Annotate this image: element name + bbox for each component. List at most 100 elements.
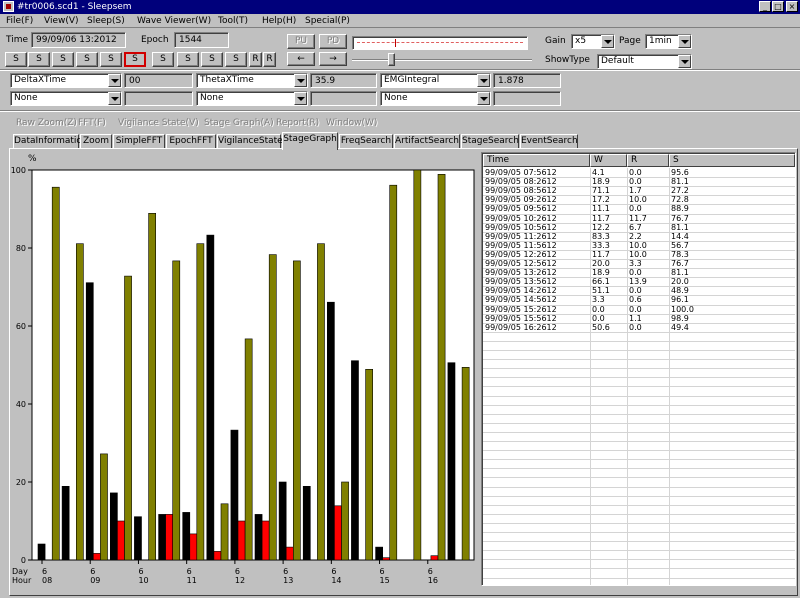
table-row[interactable]: 99/09/05 14:2612 51.1 0.0 48.9 (482, 286, 795, 295)
epoch-timeline[interactable] (352, 36, 528, 50)
stage-button-7[interactable]: S (177, 52, 199, 67)
chevron-down-icon[interactable] (678, 35, 691, 48)
menu-special[interactable]: Special(P) (305, 15, 350, 27)
chevron-down-icon[interactable] (108, 92, 121, 105)
menu-tool[interactable]: Tool(T) (218, 15, 248, 27)
param6-select[interactable]: None (380, 91, 491, 106)
table-cell-r: 10.0 (629, 195, 647, 205)
nav-left-button[interactable]: ← (287, 52, 315, 66)
column-header-s[interactable]: S (669, 154, 795, 167)
table-row[interactable]: 99/09/05 15:5612 0.0 1.1 98.9 (482, 314, 795, 323)
param5-select[interactable]: None (196, 91, 308, 106)
column-header-r[interactable]: R (627, 154, 669, 167)
tab-data-information[interactable]: DataInformation (13, 134, 88, 149)
plot-area (31, 169, 475, 561)
submenu-raw-zoom[interactable]: Raw Zoom(Z) (16, 116, 77, 130)
stage-button-9[interactable]: S (225, 52, 247, 67)
submenu-report[interactable]: Report(R) (276, 116, 319, 130)
table-row[interactable]: 99/09/05 08:2612 18.9 0.0 81.1 (482, 177, 795, 186)
chevron-down-icon[interactable] (678, 55, 691, 68)
table-row[interactable]: 99/09/05 12:5612 20.0 3.3 76.7 (482, 259, 795, 268)
page-up-button[interactable]: PU (287, 34, 315, 49)
menu-sleep[interactable]: Sleep(S) (87, 15, 125, 27)
stage-button-2[interactable]: S (52, 52, 74, 67)
chevron-down-icon[interactable] (108, 74, 121, 87)
stage-table[interactable]: Time W R S 99/09/05 07:5612 4.1 0.0 95.6 99/… (481, 152, 796, 586)
table-row[interactable]: 99/09/05 14:5612 3.3 0.6 96.1 (482, 295, 795, 304)
table-row[interactable]: 99/09/05 13:5612 66.1 13.9 20.0 (482, 277, 795, 286)
table-row[interactable]: 99/09/05 11:5612 33.3 10.0 56.7 (482, 241, 795, 250)
tab-stage-graph[interactable]: StageGraph (282, 132, 338, 150)
stage-button-8[interactable]: S (201, 52, 223, 67)
tab-epoch-fft[interactable]: EpochFFT (166, 134, 216, 149)
time-label: Time (6, 35, 29, 45)
table-gridline (483, 577, 795, 579)
app-icon[interactable] (3, 1, 14, 12)
chevron-down-icon[interactable] (294, 92, 307, 105)
submenu-stage-graph[interactable]: Stage Graph(A) (204, 116, 274, 130)
table-row[interactable]: 99/09/05 09:5612 11.1 0.0 88.9 (482, 204, 795, 213)
bar-r-9 (261, 520, 270, 561)
table-row[interactable]: 99/09/05 07:5612 4.1 0.0 95.6 (482, 168, 795, 177)
stage-button-5[interactable]: S (124, 52, 146, 67)
table-row[interactable]: 99/09/05 10:5612 12.2 6.7 81.1 (482, 223, 795, 232)
tab-artifact-search[interactable]: ArtifactSearch (394, 134, 460, 149)
chevron-down-icon[interactable] (294, 74, 307, 87)
table-row[interactable]: 99/09/05 11:2612 83.3 2.2 14.4 (482, 232, 795, 241)
table-row[interactable]: 99/09/05 15:2612 0.0 0.0 100.0 (482, 305, 795, 314)
param1-select[interactable]: DeltaXTime (10, 73, 122, 88)
tab-simple-fft[interactable]: SimpleFFT (113, 134, 165, 149)
param3-select[interactable]: EMGIntegral (380, 73, 491, 88)
page-select[interactable]: 1min (645, 34, 692, 49)
tab-event-search[interactable]: EventSearch (520, 134, 578, 149)
chevron-down-icon[interactable] (477, 74, 490, 87)
column-header-w[interactable]: W (590, 154, 627, 167)
chevron-down-icon[interactable] (601, 35, 614, 48)
minimize-button[interactable]: _ (759, 1, 771, 12)
tab-zoom[interactable]: Zoom (80, 134, 112, 149)
submenu-fft[interactable]: FFT(F) (78, 116, 106, 130)
showtype-select[interactable]: Default (597, 54, 692, 69)
maximize-button[interactable]: □ (772, 1, 784, 12)
menu-wave-viewer[interactable]: Wave Viewer(W) (137, 15, 211, 27)
nav-right-button[interactable]: → (319, 52, 347, 66)
bar-w-10 (278, 481, 287, 561)
table-row[interactable]: 99/09/05 08:5612 71.1 1.7 27.2 (482, 186, 795, 195)
stage-button-10[interactable]: R (249, 52, 262, 67)
column-header-time[interactable]: Time (483, 154, 590, 167)
slider-thumb[interactable] (388, 53, 395, 66)
menu-file[interactable]: File(F) (6, 15, 33, 27)
tab-freq-search[interactable]: FreqSearch (339, 134, 393, 149)
stage-button-3[interactable]: S (76, 52, 98, 67)
table-row[interactable]: 99/09/05 09:2612 17.2 10.0 72.8 (482, 195, 795, 204)
submenu-window[interactable]: Window(W) (326, 116, 377, 130)
bar-s-0 (51, 186, 60, 561)
gain-select[interactable]: x5 (571, 34, 615, 49)
stage-button-6[interactable]: S (152, 52, 174, 67)
menu-help[interactable]: Help(H) (262, 15, 296, 27)
table-row[interactable]: 99/09/05 10:2612 11.7 11.7 76.7 (482, 214, 795, 223)
title-bar[interactable]: #tr0006.scd1 - Sleepsem _ □ × (0, 0, 800, 14)
table-row[interactable]: 99/09/05 13:2612 18.9 0.0 81.1 (482, 268, 795, 277)
stage-button-0[interactable]: S (5, 52, 27, 67)
table-cell-s: 76.7 (671, 259, 689, 268)
tab-vigilance-state[interactable]: VigilanceState (217, 134, 283, 149)
table-row[interactable]: 99/09/05 16:2612 50.6 0.0 49.4 (482, 323, 795, 332)
submenu-vigilance-state[interactable]: Vigilance State(V) (118, 116, 199, 130)
param2-name: ThetaXTime (200, 75, 254, 85)
param2-select[interactable]: ThetaXTime (196, 73, 308, 88)
chevron-down-icon[interactable] (477, 92, 490, 105)
param4-select[interactable]: None (10, 91, 122, 106)
close-button[interactable]: × (786, 1, 798, 12)
stage-button-4[interactable]: S (100, 52, 122, 67)
stage-button-11[interactable]: R (263, 52, 276, 67)
menu-view[interactable]: View(V) (44, 15, 79, 27)
slider-track[interactable] (352, 59, 532, 61)
stage-button-1[interactable]: S (28, 52, 50, 67)
x-tick-hour-label: 15 (380, 576, 390, 585)
table-row[interactable]: 99/09/05 12:2612 11.7 10.0 78.3 (482, 250, 795, 259)
tab-stage-search[interactable]: StageSearch (461, 134, 519, 149)
bar-w-1 (61, 485, 70, 561)
table-cell-r: 11.7 (629, 213, 647, 223)
page-down-button[interactable]: PD (319, 34, 347, 49)
